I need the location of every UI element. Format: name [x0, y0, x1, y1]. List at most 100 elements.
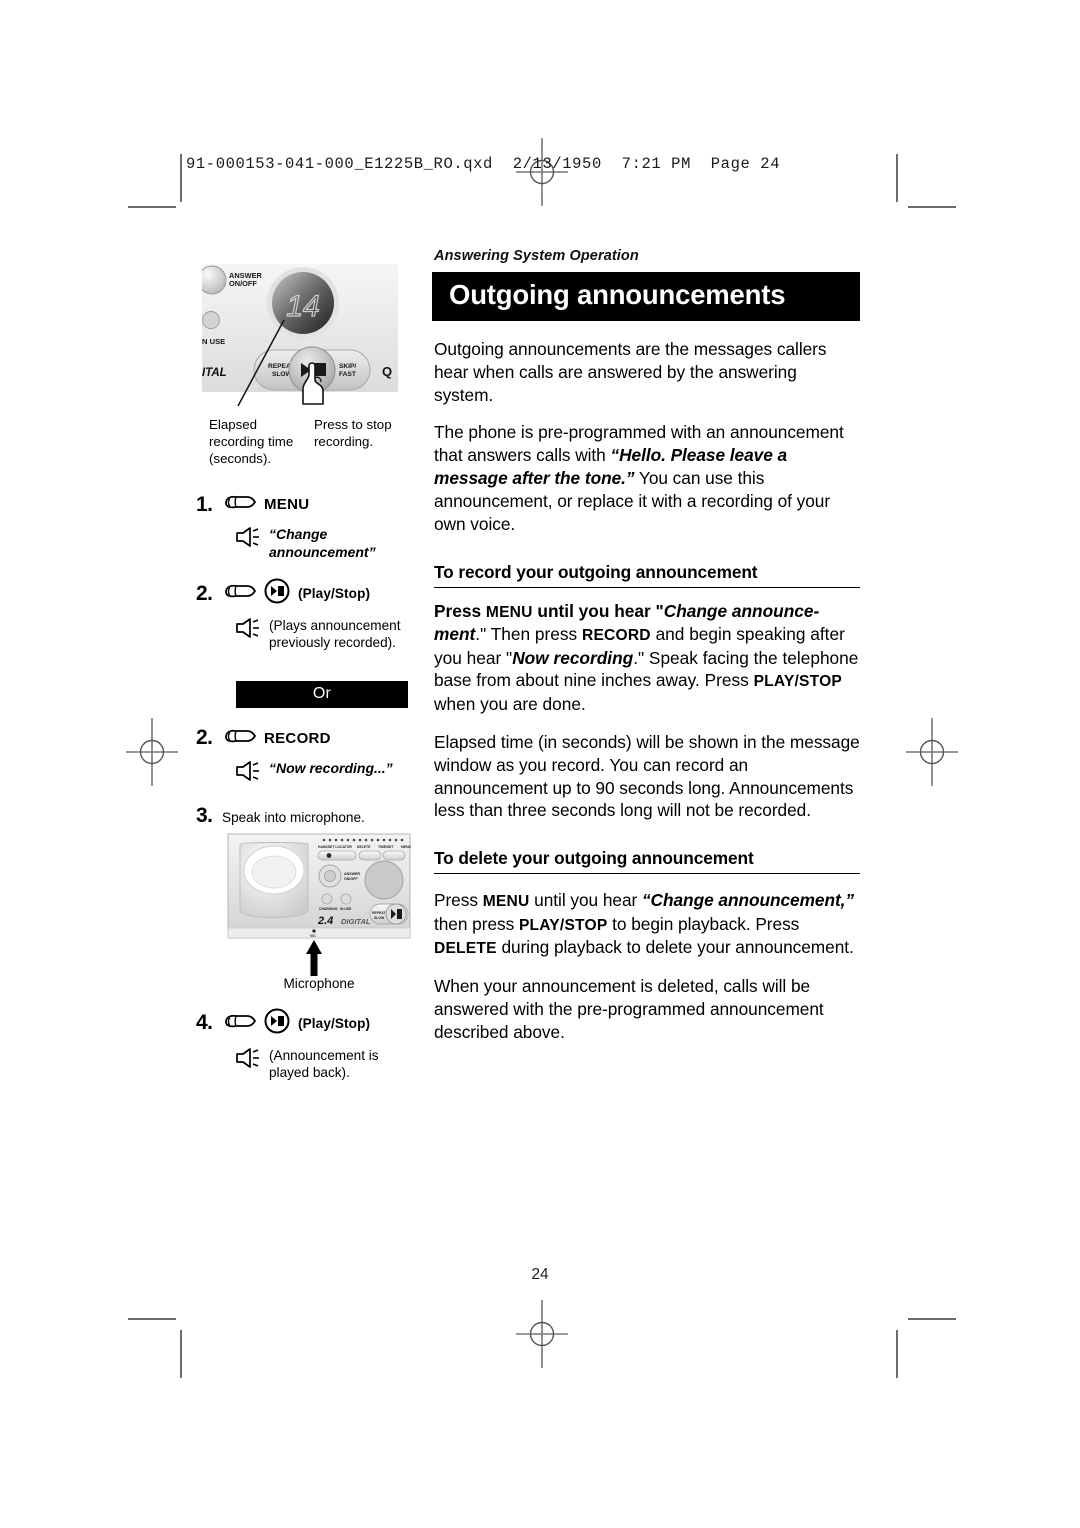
svg-text:FAST: FAST	[339, 371, 356, 378]
page-title: Outgoing announcements	[432, 272, 860, 321]
preprogrammed-paragraph: The phone is pre-programmed with an anno…	[434, 421, 860, 535]
rec-b: until you hear "	[532, 600, 664, 621]
step-4-button-label: (Play/Stop)	[298, 1015, 371, 1031]
base-control-panel-illustration: ANSWER ON/OFF N USE ITAL 14 REPEAT/ SLOW…	[202, 258, 398, 406]
step-2-voice-prompt-text: (Plays announcement previously recorded)…	[269, 618, 401, 651]
crop-mark-top-left-vertical	[180, 154, 182, 202]
step-4-voice-prompt-row: (Announcement is played back).	[234, 1047, 411, 1081]
crop-mark-bottom-right-vertical	[896, 1330, 898, 1378]
illustration-callouts: Elapsed recording time (seconds). Press …	[204, 416, 411, 474]
callout-elapsed-time: Elapsed recording time (seconds).	[209, 417, 294, 467]
step-1-row: 1. MENU	[196, 491, 411, 518]
play-stop-button-icon	[264, 578, 290, 609]
step-4-number: 4.	[196, 1011, 213, 1034]
crop-mark-top-left-horizontal	[128, 206, 176, 208]
step-1-button-label: MENU	[264, 496, 310, 513]
svg-text:N USE: N USE	[202, 337, 225, 346]
main-content-column: Answering System Operation Outgoing anno…	[432, 248, 860, 1043]
pointing-hand-icon	[222, 491, 256, 518]
del-b: until you hear	[529, 890, 642, 911]
rec-record: RECORD	[581, 627, 651, 645]
del-e: during playback to delete your announcem…	[496, 937, 854, 958]
svg-text:SKIP/: SKIP/	[339, 363, 356, 370]
del-menu: MENU	[482, 893, 530, 911]
running-head: Answering System Operation	[434, 248, 639, 264]
del-playstop: PLAY/STOP	[518, 916, 608, 934]
delete-section-heading: To delete your outgoing announcement	[434, 848, 860, 875]
svg-text:ON/OFF: ON/OFF	[344, 877, 358, 881]
svg-text:HANDSET LOCATOR: HANDSET LOCATOR	[318, 845, 352, 849]
svg-text:SLOW: SLOW	[374, 916, 385, 920]
rec-c: ." Then press	[475, 624, 582, 645]
record-section-heading: To record your outgoing announcement	[434, 562, 860, 588]
svg-text:ITAL: ITAL	[202, 367, 227, 379]
crop-mark-top-right-vertical	[896, 154, 898, 202]
svg-text:ON/OFF: ON/OFF	[229, 279, 257, 288]
telephone-base-illustration: HANDSET LOCATOR DELETE TIME/SET MENU ANS…	[226, 832, 412, 940]
step-2-alt-row: 2. RECORD	[196, 725, 411, 752]
pointing-hand-icon	[222, 1010, 256, 1037]
step-2-alt-voice-prompt-text: “Now recording...”	[269, 759, 393, 776]
del-c: then press	[434, 913, 519, 934]
rec-a: Press	[434, 600, 486, 621]
elapsed-time-display-value: 14	[286, 290, 319, 323]
svg-text:TIME/SET: TIME/SET	[378, 845, 395, 849]
del-delete: DELETE	[434, 940, 497, 958]
step-4-row: 4. (Play/Stop)	[196, 1008, 411, 1039]
crop-mark-top-right-horizontal	[908, 206, 956, 208]
step-2-alt-voice-prompt-row: “Now recording...”	[234, 760, 411, 786]
del-d: to begin playback. Press	[607, 913, 800, 934]
elapsed-time-paragraph: Elapsed time (in seconds) will be shown …	[434, 731, 860, 821]
pointing-hand-icon	[222, 725, 256, 752]
registration-mark-right	[898, 718, 966, 786]
delete-instruction-paragraph: Press MENU until you hear “Change announ…	[434, 889, 860, 960]
svg-text:CHARGING: CHARGING	[319, 907, 338, 911]
pointing-hand-icon	[222, 580, 256, 607]
left-illustration-column: ANSWER ON/OFF N USE ITAL 14 REPEAT/ SLOW…	[196, 258, 412, 1081]
crop-mark-bottom-right-horizontal	[908, 1318, 956, 1320]
rec-menu: MENU	[485, 603, 533, 621]
step-2-number: 2.	[196, 581, 213, 605]
deleted-behavior-paragraph: When your announcement is deleted, calls…	[434, 975, 824, 1042]
step-2-alt-button-label: RECORD	[264, 729, 331, 747]
registration-mark-bottom	[508, 1300, 576, 1368]
or-divider-bar: Or	[236, 680, 408, 708]
step-3-text: Speak into microphone.	[222, 809, 365, 825]
step-2-button-label: (Play/Stop)	[298, 586, 371, 602]
record-instruction-paragraph: Press MENU until you hear "Change announ…	[434, 600, 860, 716]
svg-text:DELETE: DELETE	[357, 845, 371, 849]
svg-text:MENU: MENU	[401, 845, 412, 849]
speaker-icon	[234, 1047, 260, 1073]
microphone-label: Microphone	[283, 975, 355, 991]
speaker-icon	[234, 618, 260, 643]
svg-text:ANSWER: ANSWER	[344, 872, 360, 876]
step-4-voice-prompt-text: (Announcement is played back).	[269, 1047, 379, 1080]
registration-mark-left	[118, 718, 186, 786]
page-number: 24	[531, 1266, 549, 1283]
callout-press-to-stop: Press to stop recording.	[314, 417, 392, 450]
svg-text:REPEAT/: REPEAT/	[372, 911, 387, 915]
speaker-icon	[234, 527, 260, 552]
rec-now: Now recording	[512, 647, 634, 668]
step-1-voice-prompt-text: “Change announcement”	[269, 526, 376, 560]
prepress-slug-line: 91-000153-041-000_E1225B_RO.qxd 2/13/195…	[186, 155, 781, 173]
svg-text:2.4: 2.4	[317, 915, 333, 927]
step-2-row: 2. (Play/Stop)	[196, 578, 411, 609]
rec-f: when you are done.	[434, 694, 586, 715]
step-3-number: 3.	[196, 803, 213, 827]
play-stop-button-icon	[264, 1008, 290, 1039]
step-2-voice-prompt-row: (Plays announcement previously recorded)…	[234, 617, 411, 651]
rec-playstop: PLAY/STOP	[753, 673, 843, 691]
svg-text:IN USE: IN USE	[340, 907, 352, 911]
microphone-arrow	[226, 939, 412, 976]
step-1-voice-prompt-row: “Change announcement”	[234, 526, 411, 561]
svg-text:MIC: MIC	[310, 934, 317, 938]
step-2-alt-number: 2.	[196, 726, 213, 749]
step-3-row: 3. Speak into microphone.	[196, 804, 411, 828]
crop-mark-bottom-left-vertical	[180, 1330, 182, 1378]
del-a: Press	[434, 890, 483, 911]
svg-text:DIGITAL: DIGITAL	[341, 917, 371, 926]
step-1-number: 1.	[196, 492, 213, 516]
speaker-icon	[234, 760, 260, 786]
intro-paragraph: Outgoing announcements are the messages …	[434, 338, 827, 405]
